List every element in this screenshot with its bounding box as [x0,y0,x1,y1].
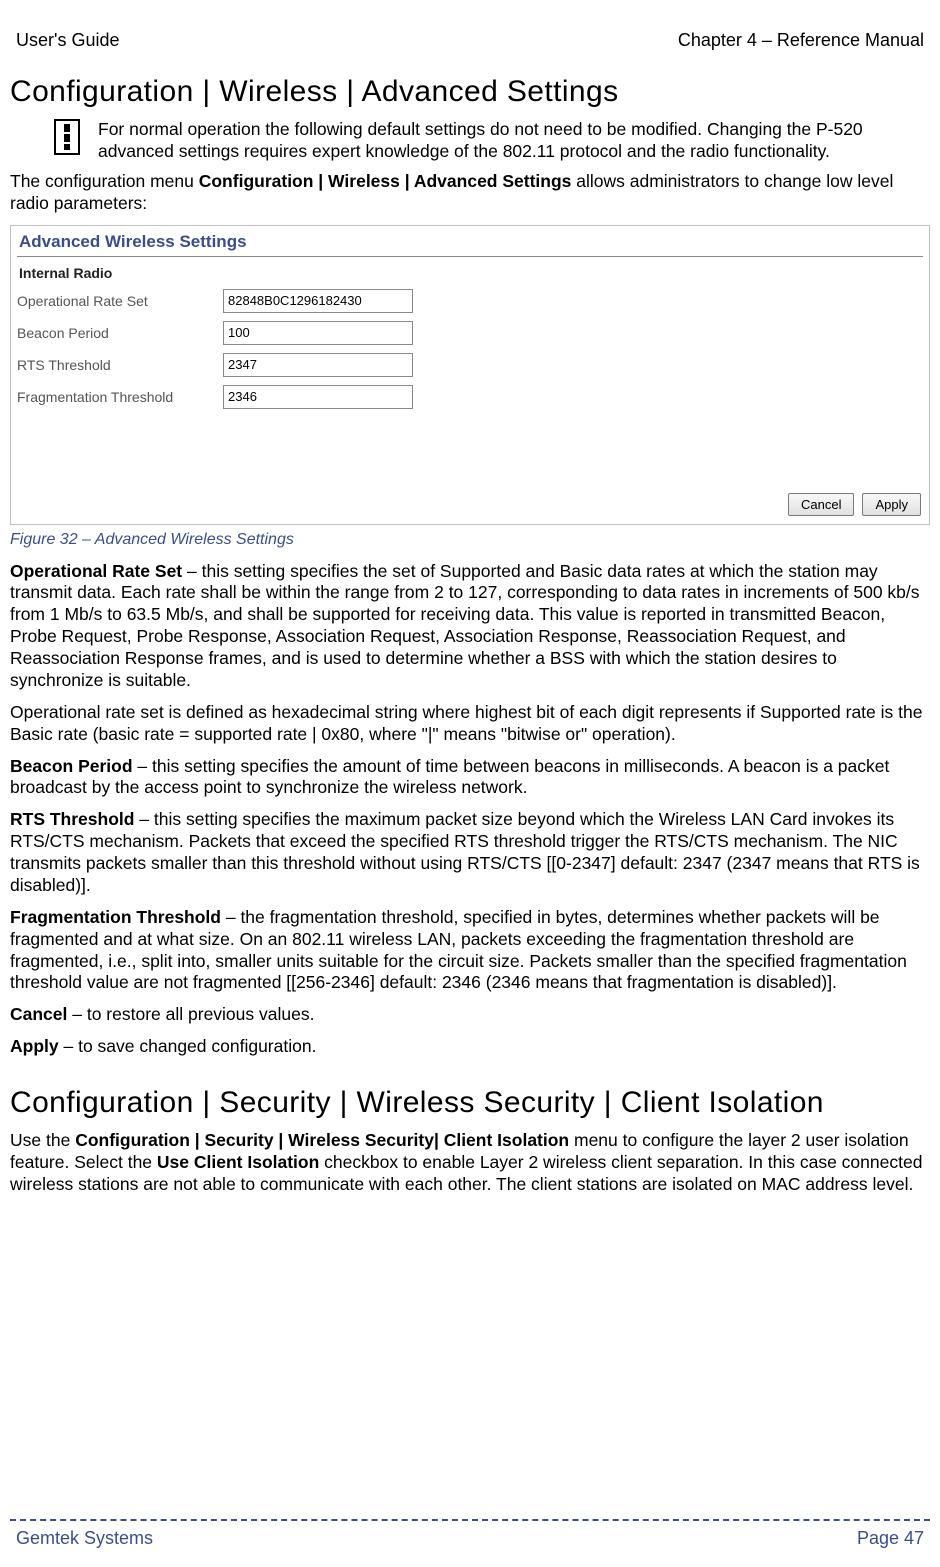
paragraph-rts: RTS Threshold – this setting specifies t… [10,809,930,897]
term-fragmentation: Fragmentation Threshold [10,907,221,927]
intro-bold: Configuration | Wireless | Advanced Sett… [199,171,572,191]
page-footer: Gemtek Systems Page 47 [16,1528,924,1549]
label-rts-threshold: RTS Threshold [17,357,217,373]
info-text: For normal operation the following defau… [98,119,930,163]
cancel-button[interactable]: Cancel [788,493,854,516]
paragraph-beacon-period: Beacon Period – this setting specifies t… [10,756,930,800]
term-cancel: Cancel [10,1004,67,1024]
term-rts: RTS Threshold [10,809,134,829]
term-apply: Apply [10,1036,59,1056]
section-heading-advanced: Configuration | Wireless | Advanced Sett… [10,75,930,109]
row-fragmentation-threshold: Fragmentation Threshold [17,385,923,409]
figure-advanced-wireless: Advanced Wireless Settings Internal Radi… [10,225,930,525]
header-left: User's Guide [16,30,119,51]
text-rts: – this setting specifies the maximum pac… [10,809,920,895]
panel-rule [17,256,923,257]
info-icon [54,119,80,155]
info-note: For normal operation the following defau… [10,119,930,163]
intro-paragraph: The configuration menu Configuration | W… [10,171,930,215]
row-operational-rate-set: Operational Rate Set [17,289,923,313]
input-fragmentation-threshold[interactable] [223,385,413,409]
figure-caption: Figure 32 – Advanced Wireless Settings [10,531,930,549]
iso-pre: Use the [10,1130,75,1150]
intro-pre: The configuration menu [10,171,199,191]
section-heading-client-isolation: Configuration | Security | Wireless Secu… [10,1086,930,1120]
term-beacon-period: Beacon Period [10,756,133,776]
label-fragmentation-threshold: Fragmentation Threshold [17,389,217,405]
footer-right: Page 47 [857,1528,924,1549]
term-ors: Operational Rate Set [10,561,182,581]
iso-bold-menu: Configuration | Security | Wireless Secu… [75,1130,569,1150]
footer-left: Gemtek Systems [16,1528,153,1549]
panel-subtitle: Internal Radio [19,265,923,281]
label-beacon-period: Beacon Period [17,325,217,341]
text-cancel: – to restore all previous values. [67,1004,314,1024]
paragraph-cancel: Cancel – to restore all previous values. [10,1004,930,1026]
footer-rule [10,1519,930,1521]
paragraph-ors-2: Operational rate set is defined as hexad… [10,702,930,746]
page-header: User's Guide Chapter 4 – Reference Manua… [10,30,930,51]
paragraph-client-isolation: Use the Configuration | Security | Wirel… [10,1130,930,1196]
row-rts-threshold: RTS Threshold [17,353,923,377]
input-rts-threshold[interactable] [223,353,413,377]
paragraph-ors: Operational Rate Set – this setting spec… [10,561,930,692]
panel-button-row: Cancel Apply [788,493,921,516]
header-right: Chapter 4 – Reference Manual [678,30,924,51]
row-beacon-period: Beacon Period [17,321,923,345]
text-apply: – to save changed configuration. [59,1036,317,1056]
paragraph-fragmentation: Fragmentation Threshold – the fragmentat… [10,907,930,995]
panel-title: Advanced Wireless Settings [19,232,923,252]
label-operational-rate-set: Operational Rate Set [17,293,217,309]
input-beacon-period[interactable] [223,321,413,345]
input-operational-rate-set[interactable] [223,289,413,313]
iso-bold-checkbox: Use Client Isolation [157,1152,319,1172]
paragraph-apply: Apply – to save changed configuration. [10,1036,930,1058]
apply-button[interactable]: Apply [862,493,921,516]
text-beacon-period: – this setting specifies the amount of t… [10,756,889,798]
